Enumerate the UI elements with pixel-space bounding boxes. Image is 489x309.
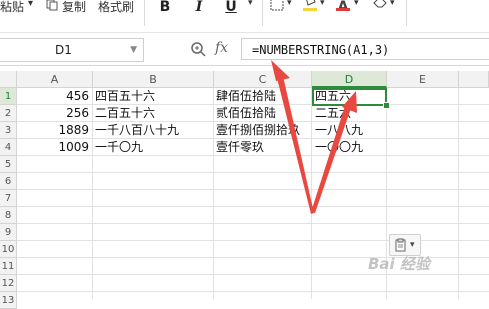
cell-d3[interactable]: 一八八九 bbox=[315, 122, 385, 139]
gridline bbox=[17, 223, 489, 224]
cell-c1[interactable]: 肆佰伍拾陆 bbox=[216, 88, 311, 105]
copy-icon bbox=[46, 0, 58, 14]
formula-bar: D1 ▼ fx =NUMBERSTRING(A1,3) bbox=[0, 33, 489, 66]
row-header-13[interactable]: 13 bbox=[0, 292, 17, 309]
gridline bbox=[17, 189, 489, 190]
cell-c2[interactable]: 贰佰伍拾陆 bbox=[216, 105, 311, 122]
underline-button[interactable]: U bbox=[222, 0, 240, 18]
paste-button[interactable]: 粘贴 bbox=[0, 0, 24, 15]
cell-b4[interactable]: 一千〇九 bbox=[95, 139, 212, 156]
ribbon-divider bbox=[262, 0, 263, 26]
row-header-6[interactable]: 6 bbox=[0, 173, 17, 190]
ribbon-divider bbox=[406, 0, 407, 26]
active-cell-border bbox=[312, 88, 387, 106]
gridline bbox=[17, 291, 489, 292]
gridline bbox=[17, 172, 489, 173]
watermark: Bai 经验 bbox=[368, 255, 430, 273]
column-header-f[interactable] bbox=[459, 71, 489, 88]
fill-color-swatch bbox=[303, 8, 317, 11]
toolbar-ribbon: 粘贴 ▾ 复制 格式刷 B I U ▾ ▾ ▾ A ▾ ▾ bbox=[0, 0, 489, 33]
ribbon-divider bbox=[144, 0, 145, 26]
font-color-dropdown-icon[interactable]: ▾ bbox=[354, 0, 359, 8]
format-painter-button[interactable]: 格式刷 bbox=[98, 0, 134, 15]
row-header-9[interactable]: 9 bbox=[0, 224, 17, 241]
column-header-c[interactable]: C bbox=[214, 71, 312, 88]
row-header-4[interactable]: 4 bbox=[0, 139, 17, 156]
row-header-1[interactable]: 1 bbox=[0, 88, 17, 105]
row-header-8[interactable]: 8 bbox=[0, 207, 17, 224]
cell-b1[interactable]: 四百五十六 bbox=[95, 88, 212, 105]
cell-a2[interactable]: 256 bbox=[17, 105, 89, 122]
clipboard-icon bbox=[395, 238, 406, 252]
border-icon[interactable] bbox=[270, 0, 284, 14]
column-header-d[interactable]: D bbox=[312, 71, 387, 88]
name-box[interactable]: D1 ▼ bbox=[0, 38, 144, 62]
gridline bbox=[458, 88, 459, 299]
cell-d2[interactable]: 二五六 bbox=[315, 105, 385, 122]
cell-b2[interactable]: 二百五十六 bbox=[95, 105, 212, 122]
italic-button[interactable]: I bbox=[190, 0, 208, 18]
copy-button[interactable]: 复制 bbox=[62, 0, 86, 15]
column-header-a[interactable]: A bbox=[17, 71, 93, 88]
cell-b3[interactable]: 一千八百八十九 bbox=[95, 122, 212, 139]
row-header-10[interactable]: 10 bbox=[0, 241, 17, 258]
underline-dropdown-icon[interactable]: ▾ bbox=[248, 0, 253, 8]
fill-handle[interactable] bbox=[383, 102, 390, 109]
select-all-corner[interactable] bbox=[0, 71, 17, 88]
chevron-down-icon: ▾ bbox=[410, 240, 415, 250]
formula-input[interactable]: =NUMBERSTRING(A1,3) bbox=[241, 38, 489, 60]
gridline bbox=[17, 274, 489, 275]
row-header-12[interactable]: 12 bbox=[0, 275, 17, 292]
insert-function-button[interactable]: fx bbox=[215, 40, 228, 56]
column-header-e[interactable]: E bbox=[387, 71, 459, 88]
cell-a1[interactable]: 456 bbox=[17, 88, 89, 105]
row-header-11[interactable]: 11 bbox=[0, 258, 17, 275]
clear-dropdown-icon[interactable]: ▾ bbox=[390, 0, 395, 8]
row-header-2[interactable]: 2 bbox=[0, 105, 17, 122]
zoom-icon[interactable] bbox=[190, 41, 206, 57]
cell-reference: D1 bbox=[55, 43, 72, 57]
row-header-3[interactable]: 3 bbox=[0, 122, 17, 139]
column-header-b[interactable]: B bbox=[93, 71, 214, 88]
cell-d4[interactable]: 一〇〇九 bbox=[315, 139, 385, 156]
font-color-swatch bbox=[336, 8, 350, 11]
border-dropdown-icon[interactable]: ▾ bbox=[287, 0, 292, 8]
gridline bbox=[311, 88, 312, 299]
paste-dropdown-icon[interactable]: ▾ bbox=[28, 0, 33, 9]
row-header-7[interactable]: 7 bbox=[0, 190, 17, 207]
cell-a4[interactable]: 1009 bbox=[17, 139, 89, 156]
chevron-down-icon[interactable]: ▼ bbox=[130, 39, 137, 61]
fill-color-dropdown-icon[interactable]: ▾ bbox=[320, 0, 325, 8]
bold-button[interactable]: B bbox=[156, 0, 174, 18]
cell-a3[interactable]: 1889 bbox=[17, 122, 89, 139]
cell-c4[interactable]: 壹仟零玖 bbox=[216, 139, 311, 156]
gridline bbox=[213, 88, 214, 299]
gridline bbox=[92, 88, 93, 299]
gridline bbox=[17, 206, 489, 207]
row-header-5[interactable]: 5 bbox=[0, 156, 17, 173]
eraser-icon[interactable] bbox=[372, 0, 388, 11]
cell-c3[interactable]: 壹仟捌佰捌拾玖 bbox=[216, 122, 311, 139]
